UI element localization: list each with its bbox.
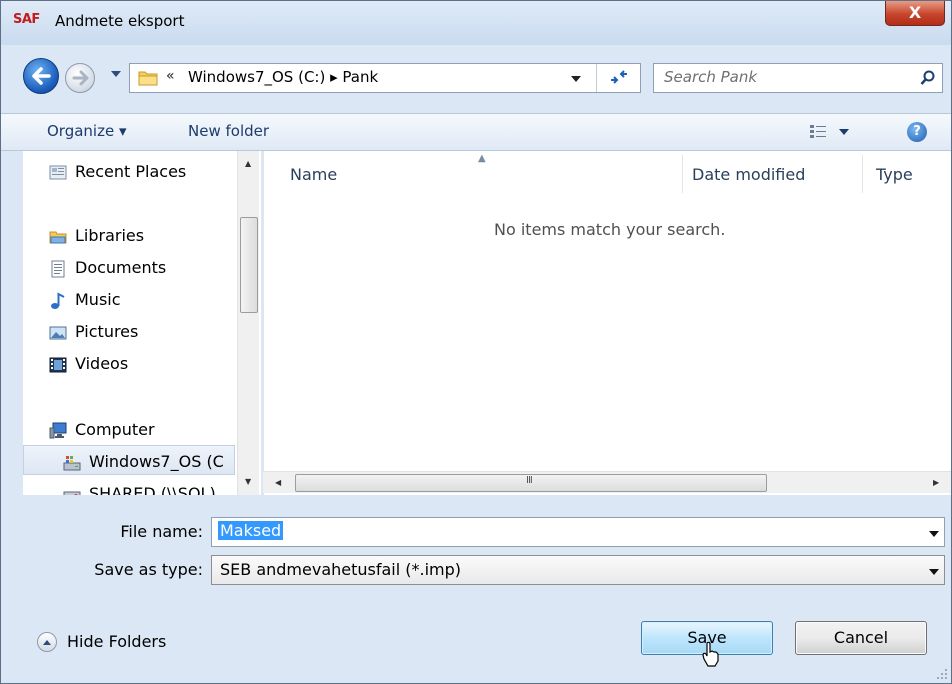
breadcrumb-overflow-icon[interactable]: « xyxy=(166,68,175,84)
search-placeholder: Search Pank xyxy=(664,68,758,86)
scroll-up-icon[interactable]: ▲ xyxy=(245,159,251,168)
scroll-left-icon[interactable]: ◀ xyxy=(275,478,281,487)
mouse-pointer-icon xyxy=(702,641,719,667)
organize-button[interactable]: Organize ▾ xyxy=(47,122,127,140)
search-input[interactable]: Search Pank xyxy=(653,63,943,93)
sort-ascending-icon: ▲ xyxy=(478,153,486,164)
cancel-button[interactable]: Cancel xyxy=(795,621,927,655)
navigation-pane-scrollbar[interactable]: ▲ ▼ xyxy=(237,151,259,495)
videos-icon xyxy=(49,357,67,373)
address-bar[interactable]: « Windows7_OS (C:) ▸ Pank xyxy=(129,63,641,93)
back-button[interactable] xyxy=(23,58,59,94)
nav-item-label: Computer xyxy=(75,420,155,439)
save-type-label: Save as type: xyxy=(94,560,203,579)
change-view-icon[interactable] xyxy=(809,123,853,141)
file-name-dropdown-icon[interactable] xyxy=(928,529,940,539)
folder-icon xyxy=(138,71,158,86)
hide-folders-label: Hide Folders xyxy=(67,632,167,651)
documents-icon xyxy=(51,260,65,278)
resize-grip-icon[interactable] xyxy=(935,667,949,681)
nav-item-label: Recent Places xyxy=(75,162,187,181)
scroll-down-icon[interactable]: ▼ xyxy=(245,477,251,486)
file-name-label: File name: xyxy=(120,522,203,541)
column-header-date-modified[interactable]: Date modified xyxy=(692,165,805,184)
nav-item-label: Music xyxy=(75,290,121,309)
column-divider[interactable] xyxy=(682,155,683,193)
music-icon xyxy=(51,292,65,309)
save-dialog: SAF Andmete eksport X « Windows7_OS (C:)… xyxy=(0,0,952,684)
drive-icon xyxy=(63,456,81,471)
recent-places-icon xyxy=(49,165,67,180)
nav-item-label: Documents xyxy=(75,258,167,277)
new-folder-button[interactable]: New folder xyxy=(188,122,269,140)
file-name-value[interactable]: Maksed xyxy=(218,521,284,540)
nav-item-label: Windows7_OS (C xyxy=(89,452,224,471)
scrollbar-thumb[interactable] xyxy=(240,217,258,313)
recent-pages-dropdown-icon[interactable] xyxy=(109,67,123,81)
help-icon[interactable]: ? xyxy=(907,122,927,142)
forward-arrow-icon xyxy=(72,70,89,86)
back-arrow-icon xyxy=(32,67,51,85)
navigation-pane[interactable]: Recent Places Libraries Documents Music … xyxy=(23,151,261,495)
file-name-field[interactable]: Maksed xyxy=(211,517,945,547)
command-bar: Organize ▾ New folder ? xyxy=(1,113,951,151)
collapse-up-icon xyxy=(37,632,57,652)
window-title: Andmete eksport xyxy=(55,12,185,30)
nav-item-label: SHARED (\\SQL) xyxy=(89,484,216,495)
search-icon[interactable] xyxy=(920,70,936,86)
app-logo: SAF xyxy=(13,12,40,27)
column-divider[interactable] xyxy=(862,155,863,193)
scrollbar-thumb[interactable]: III xyxy=(295,474,767,492)
scrollbar-grip: III xyxy=(526,475,533,486)
file-list[interactable]: ▲ Name Date modified Type No items match… xyxy=(263,151,951,495)
column-header-type[interactable]: Type xyxy=(876,165,913,184)
refresh-icon xyxy=(610,70,627,84)
computer-icon xyxy=(49,422,67,439)
network-drive-icon xyxy=(63,491,81,495)
file-list-scrollbar[interactable]: ◀ III ▶ xyxy=(263,471,951,493)
close-button[interactable]: X xyxy=(885,1,945,26)
scroll-right-icon[interactable]: ▶ xyxy=(933,478,939,487)
empty-list-message: No items match your search. xyxy=(494,220,726,239)
nav-item-label: Videos xyxy=(75,354,129,373)
address-dropdown-icon[interactable] xyxy=(570,74,582,84)
column-header-name[interactable]: Name xyxy=(290,165,337,184)
forward-button[interactable] xyxy=(65,63,95,93)
pictures-icon xyxy=(49,326,67,340)
save-type-dropdown-icon[interactable] xyxy=(928,567,940,577)
nav-item-label: Pictures xyxy=(75,322,139,341)
libraries-icon xyxy=(49,231,67,244)
title-bar: SAF Andmete eksport X xyxy=(1,1,951,45)
breadcrumb[interactable]: Windows7_OS (C:) ▸ Pank xyxy=(188,68,378,86)
save-type-select[interactable]: SEB andmevahetusfail (*.imp) xyxy=(211,555,945,585)
refresh-button[interactable] xyxy=(596,64,640,92)
nav-item-label: Libraries xyxy=(75,226,145,245)
save-type-value: SEB andmevahetusfail (*.imp) xyxy=(220,560,462,579)
